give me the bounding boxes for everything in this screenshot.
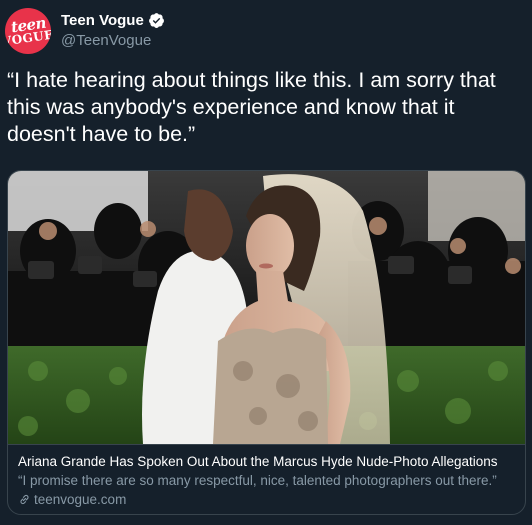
card-image[interactable] <box>8 171 525 444</box>
link-icon <box>20 494 29 505</box>
verified-badge-icon <box>148 13 164 28</box>
author-display-name[interactable]: Teen Vogue <box>61 12 144 29</box>
link-card[interactable]: Ariana Grande Has Spoken Out About the M… <box>7 170 526 515</box>
author-handle[interactable]: @TeenVogue <box>61 32 151 49</box>
card-title[interactable]: Ariana Grande Has Spoken Out About the M… <box>18 453 525 470</box>
card-domain[interactable]: teenvogue.com <box>34 491 126 508</box>
card-domain-row[interactable]: teenvogue.com <box>18 491 525 508</box>
avatar[interactable]: teen VOGUE <box>5 8 51 54</box>
card-body[interactable]: Ariana Grande Has Spoken Out About the M… <box>8 444 525 514</box>
tweet[interactable]: teen VOGUE Teen Vogue @TeenVogue “I hate… <box>0 0 532 525</box>
card-description: “I promise there are so many respectful,… <box>18 473 497 488</box>
tweet-text: “I hate hearing about things like this. … <box>7 68 496 146</box>
author-name-row: Teen Vogue <box>61 12 165 29</box>
